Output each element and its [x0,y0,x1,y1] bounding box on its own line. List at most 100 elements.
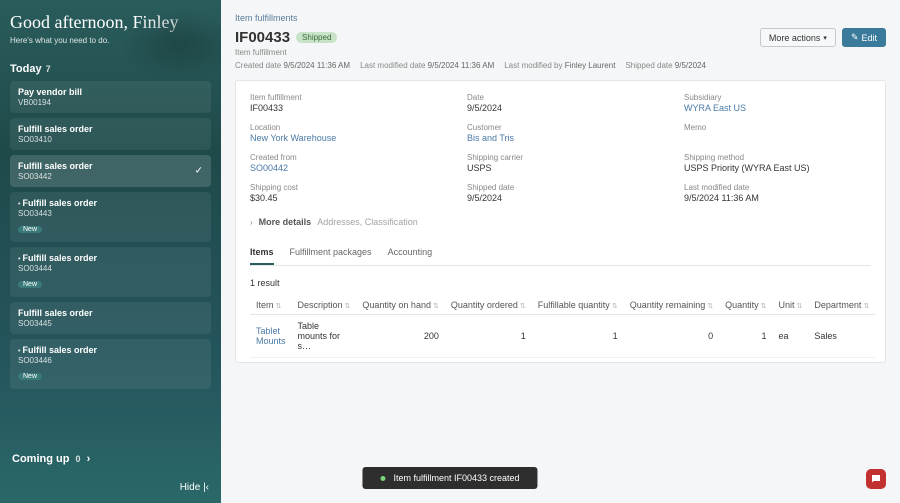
field: Shipped date9/5/2024 [467,183,654,203]
new-badge: New [18,226,42,233]
field-label: Date [467,93,654,102]
item-link[interactable]: Tablet Mounts [256,326,286,346]
chat-icon [870,473,882,485]
field: Shipping cost$30.45 [250,183,437,203]
task-id: SO03445 [18,319,203,328]
toast-message: Item fulfillment IF00433 created [393,473,519,483]
column-header[interactable]: Quantity ordered⇅ [445,296,532,315]
items-table: Item⇅Description⇅Quantity on hand⇅Quanti… [250,296,875,358]
pencil-icon: ✎ [851,32,859,43]
column-header[interactable]: Description⇅ [292,296,357,315]
task-id: SO03446 [18,356,203,365]
hide-sidebar-button[interactable]: Hide |‹ [180,482,209,493]
greeting: Good afternoon, Finley [10,12,211,33]
tab-accounting[interactable]: Accounting [388,243,433,265]
task-id: SO03443 [18,209,203,218]
task-id: SO03442 [18,172,203,181]
new-badge: New [18,281,42,288]
field: CustomerBis and Tris [467,123,654,143]
result-count: 1 result [250,278,871,288]
table-row[interactable]: Tablet MountsTable mounts for s…2001101e… [250,315,875,358]
edit-button[interactable]: ✎Edit [842,28,886,47]
field: Shipping carrierUSPS [467,153,654,173]
bullet-icon: • [18,348,20,355]
cell: 1 [719,315,772,358]
more-details-label: More details [259,217,312,227]
more-details-toggle[interactable]: › More details Addresses, Classification [250,217,871,227]
column-header[interactable]: Fulfillable quantity⇅ [532,296,624,315]
field-value: 9/5/2024 11:36 AM [684,193,871,203]
cell: Table mounts for s… [292,315,357,358]
field-value: USPS Priority (WYRA East US) [684,163,871,173]
field-value[interactable]: SO00442 [250,163,437,173]
task-item[interactable]: •Fulfill sales orderSO03446New [10,339,211,389]
meta-item: Shipped date 9/5/2024 [625,61,706,70]
column-header[interactable]: Item⇅ [250,296,292,315]
sort-icon: ⇅ [433,303,439,310]
today-count: 7 [46,64,51,74]
field: LocationNew York Warehouse [250,123,437,143]
field-label: Created from [250,153,437,162]
task-list: Pay vendor billVB00194 Fulfill sales orde… [10,81,211,389]
task-item[interactable]: Fulfill sales orderSO03445 [10,302,211,334]
field-label: Shipping method [684,153,871,162]
cell: 1 [445,315,532,358]
column-header[interactable]: Quantity on hand⇅ [356,296,444,315]
today-header[interactable]: Today 7 [10,63,211,75]
field: Memo [684,123,871,143]
task-title: Fulfill sales order [18,161,93,171]
chat-fab[interactable] [866,469,886,489]
sort-icon: ⇅ [863,303,869,310]
record-id: IF00433 [235,29,290,46]
sort-icon: ⇅ [276,303,282,310]
task-item[interactable]: Pay vendor billVB00194 [10,81,211,113]
record-type: Item fulfillment [235,48,886,57]
meta-item: Created date 9/5/2024 11:36 AM [235,61,350,70]
field: Date9/5/2024 [467,93,654,113]
chevron-right-icon: › [250,218,253,227]
field-value[interactable]: New York Warehouse [250,133,437,143]
field-value: IF00433 [250,103,437,113]
field-value[interactable]: Bis and Tris [467,133,654,143]
breadcrumb[interactable]: Item fulfillments [235,13,298,23]
column-header[interactable]: Quantity⇅ [719,296,772,315]
cell: 0 [624,315,719,358]
field-label: Last modified date [684,183,871,192]
tab-fulfillment-packages[interactable]: Fulfillment packages [290,243,372,265]
field-label: Item fulfillment [250,93,437,102]
task-title: Pay vendor bill [18,87,82,97]
more-actions-button[interactable]: More actions▾ [760,28,836,47]
field-label: Customer [467,123,654,132]
field-label: Location [250,123,437,132]
task-item[interactable]: •Fulfill sales orderSO03444New [10,247,211,297]
success-dot-icon [380,476,385,481]
coming-up-header[interactable]: Coming up 0 › [12,453,90,465]
field-value: 9/5/2024 [467,103,654,113]
today-label: Today [10,63,42,75]
column-header[interactable]: Unit⇅ [773,296,809,315]
field: Created fromSO00442 [250,153,437,173]
coming-up-count: 0 [76,454,81,464]
task-title: Fulfill sales order [18,124,93,134]
task-id: SO03444 [18,264,203,273]
task-id: SO03410 [18,135,203,144]
cell: 1 [532,315,624,358]
column-header[interactable]: Quantity remaining⇅ [624,296,719,315]
field-label: Memo [684,123,871,132]
task-id: VB00194 [18,98,203,107]
task-item[interactable]: Fulfill sales orderSO03442 [10,155,211,187]
task-item[interactable]: Fulfill sales orderSO03410 [10,118,211,150]
toast-notification: Item fulfillment IF00433 created [362,467,537,489]
field-value: $30.45 [250,193,437,203]
sort-icon: ⇅ [797,303,803,310]
meta-item: Last modified by Finley Laurent [504,61,615,70]
field-value[interactable]: WYRA East US [684,103,871,113]
bullet-icon: • [18,201,20,208]
tab-items[interactable]: Items [250,243,274,265]
sort-icon: ⇅ [761,303,767,310]
collapse-icon: |‹ [203,482,209,493]
field: Item fulfillmentIF00433 [250,93,437,113]
chevron-right-icon: › [87,453,91,465]
column-header[interactable]: Department⇅ [808,296,875,315]
task-item[interactable]: •Fulfill sales orderSO03443New [10,192,211,242]
